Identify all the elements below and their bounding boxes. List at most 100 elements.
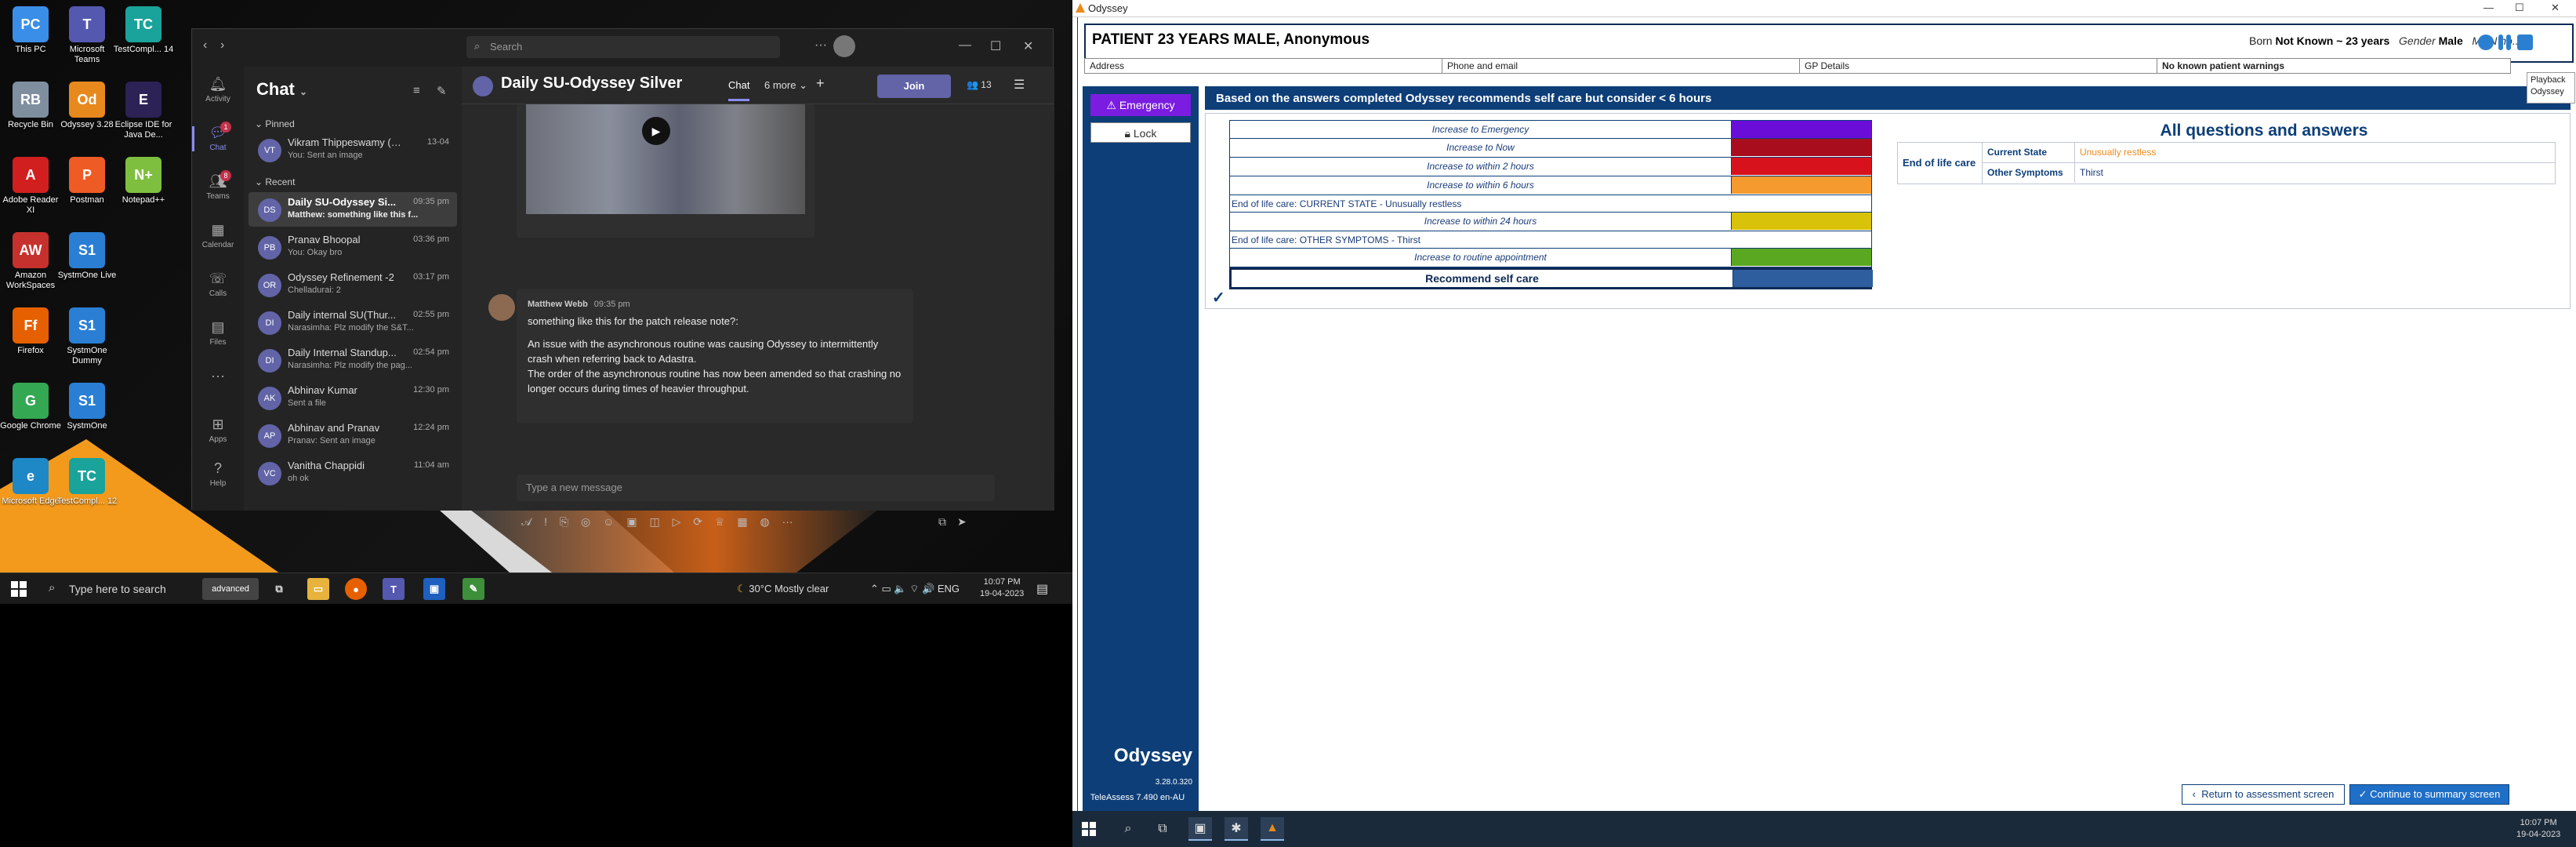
meet-icon[interactable]: ▷ xyxy=(673,515,681,528)
rail-item-calendar[interactable]: ▦ Calendar xyxy=(192,213,244,261)
patient-warnings-field[interactable]: No known patient warnings xyxy=(2157,59,2512,73)
emergency-button[interactable]: ⚠ Emergency xyxy=(1090,94,1191,116)
system-tray[interactable]: ⌃ ▭ 🔈 ⌔ 🔊 ENG xyxy=(870,583,960,595)
desktop-icon[interactable]: E Eclipse IDE for Java De... xyxy=(113,82,174,140)
recommendation-option-row[interactable]: Increase to within 24 hours xyxy=(1229,213,1872,231)
recommendation-option-row[interactable]: Increase to routine appointment xyxy=(1229,249,1872,267)
advanced-app-button[interactable]: advanced xyxy=(202,578,259,600)
new-chat-icon[interactable]: ✎ xyxy=(437,84,447,98)
return-to-assessment-button[interactable]: ‹ Return to assessment screen xyxy=(2182,784,2345,805)
compose-message-input[interactable]: Type a new message xyxy=(517,474,995,501)
rail-item-bell[interactable]: 🔔︎ Activity xyxy=(192,67,244,115)
emoji-icon[interactable]: ☺ xyxy=(603,515,614,528)
recommendation-option-row[interactable]: Increase to Now xyxy=(1229,139,1872,158)
close-icon[interactable]: ✕ xyxy=(1023,38,1033,54)
phone-email-field[interactable]: Phone and email xyxy=(1442,59,1800,73)
tab-more[interactable]: 6 more ⌄ xyxy=(764,79,807,92)
taskbar-clock[interactable]: 10:07 PM 19-04-2023 xyxy=(980,576,1024,600)
playback-record-icon[interactable] xyxy=(2478,35,2494,50)
format-icon[interactable]: 𝒜 xyxy=(521,515,532,528)
app-taskbar-icon[interactable]: ▣ xyxy=(1188,817,1212,841)
desktop-icon[interactable]: S1 SystmOne Live xyxy=(56,232,118,281)
notification-icon[interactable]: ▤ xyxy=(1036,581,1048,597)
stop-icon[interactable] xyxy=(2517,35,2533,50)
important-icon[interactable]: ! xyxy=(544,515,547,528)
odyssey-taskbar-icon[interactable]: ▲ xyxy=(1261,817,1284,841)
attach-icon[interactable]: ⎘ xyxy=(560,515,568,528)
praise-icon[interactable]: ♕ xyxy=(715,515,725,528)
teams-search-input[interactable]: ⌕ Search xyxy=(466,36,780,58)
participants-count[interactable]: 👥 13 xyxy=(967,79,992,90)
windows-start-icon[interactable] xyxy=(11,581,27,597)
task-view-icon[interactable]: ⧉ xyxy=(268,578,290,600)
desktop-icon[interactable]: P Postman xyxy=(56,157,118,205)
add-tab-icon[interactable]: + xyxy=(816,75,825,92)
continue-to-summary-button[interactable]: ✓ Continue to summary screen xyxy=(2349,784,2509,805)
lock-button[interactable]: 🔒︎ Lock xyxy=(1090,122,1191,143)
user-avatar[interactable] xyxy=(833,35,855,57)
desktop-icon[interactable]: S1 SystmOne xyxy=(56,383,118,431)
send-icon[interactable]: ➤ xyxy=(957,515,967,529)
testcomplete-taskbar-icon[interactable]: ✱ xyxy=(1225,817,1248,841)
updates-icon[interactable]: ◍ xyxy=(760,515,769,528)
pinned-section-label[interactable]: ⌄ Pinned xyxy=(255,118,295,129)
desktop-icon[interactable]: RB Recycle Bin xyxy=(0,82,61,130)
taskbar-clock[interactable]: 10:07 PM 19-04-2023 xyxy=(2516,817,2560,841)
desktop-icon[interactable]: TC TestCompl... 12 xyxy=(56,458,118,507)
recommendation-option-row[interactable]: Increase to Emergency xyxy=(1229,120,1872,139)
desktop-icon[interactable]: S1 SystmOne Dummy xyxy=(56,307,118,366)
tab-chat[interactable]: Chat xyxy=(728,79,750,101)
desktop-icon[interactable]: T Microsoft Teams xyxy=(56,6,118,65)
chat-list-item[interactable]: DS Daily SU-Odyssey Si... Matthew: somethi… xyxy=(249,192,457,227)
join-button[interactable]: Join xyxy=(877,75,951,98)
rail-item-phone[interactable]: ☏ Calls xyxy=(192,261,244,310)
firefox-icon[interactable]: ● xyxy=(345,578,367,600)
rail-item-more[interactable]: ··· xyxy=(192,358,244,407)
app-taskbar-icon[interactable]: ▣ xyxy=(423,578,445,600)
maximize-icon[interactable]: ☐ xyxy=(2515,2,2524,14)
desktop-icon[interactable]: Ff Firefox xyxy=(0,307,61,356)
recommendation-option-row[interactable]: Recommend self care xyxy=(1229,267,1873,289)
recent-section-label[interactable]: ⌄ Recent xyxy=(255,176,295,187)
close-icon[interactable]: ✕ xyxy=(2551,2,2560,14)
gif-icon[interactable]: ▣ xyxy=(626,515,637,528)
teams-taskbar-icon[interactable]: T xyxy=(383,578,405,600)
recommendation-option-row[interactable]: Increase to within 6 hours xyxy=(1229,176,1872,195)
desktop-icon[interactable]: N+ Notepad++ xyxy=(113,157,174,205)
chat-options-icon[interactable]: ☰ xyxy=(1014,77,1025,93)
chat-list-item[interactable]: VC Vanitha Chappidi oh ok 11:04 am xyxy=(249,456,457,490)
maximize-icon[interactable]: ☐ xyxy=(990,38,1001,54)
desktop-icon[interactable]: TC TestCompl... 14 xyxy=(113,6,174,55)
chat-list-item[interactable]: OR Odyssey Refinement -2 Chelladurai: 2 03:… xyxy=(249,267,457,302)
notepad-taskbar-icon[interactable]: ✎ xyxy=(463,578,484,600)
chevron-down-icon[interactable]: ⌄ xyxy=(299,86,307,97)
minimize-icon[interactable]: — xyxy=(2483,2,2494,13)
back-icon[interactable]: ‹ xyxy=(203,38,207,53)
task-view-icon[interactable]: ⧉ xyxy=(1151,817,1174,841)
desktop-icon[interactable]: Od Odyssey 3.28 xyxy=(56,82,118,130)
forward-icon[interactable]: › xyxy=(220,38,224,53)
gp-details-field[interactable]: GP Details xyxy=(1800,59,2157,73)
schedule-send-icon[interactable]: ⧉ xyxy=(938,515,946,529)
chat-list-item[interactable]: DI Daily Internal Standup... Narasimha: Pl… xyxy=(249,343,457,377)
chat-list-item[interactable]: DI Daily internal SU(Thur... Narasimha: Pl… xyxy=(249,305,457,340)
rail-item-file[interactable]: ▤ Files xyxy=(192,310,244,358)
minimize-icon[interactable]: — xyxy=(959,38,971,53)
pause-icon-bar[interactable] xyxy=(2498,35,2503,50)
desktop-icon[interactable]: A Adobe Reader XI xyxy=(0,157,61,216)
pause-icon-bar[interactable] xyxy=(2506,35,2511,50)
more-options-icon[interactable]: ··· xyxy=(815,38,827,53)
search-icon[interactable]: ⌕ xyxy=(1116,817,1140,841)
recommendation-option-row[interactable]: Increase to within 2 hours xyxy=(1229,158,1872,176)
desktop-icon[interactable]: PC This PC xyxy=(0,6,61,55)
desktop-icon[interactable]: G Google Chrome xyxy=(0,383,61,431)
desktop-icon[interactable]: AW Amazon WorkSpaces xyxy=(0,232,61,291)
video-attachment[interactable]: ▶ xyxy=(517,104,815,238)
desktop-icon[interactable]: e Microsoft Edge xyxy=(0,458,61,507)
rail-item-help[interactable]: ? Help xyxy=(192,451,244,500)
rail-item-chat[interactable]: 💬︎ Chat 1 xyxy=(192,115,244,164)
taskbar-search-box[interactable]: ⌕ Type here to search xyxy=(42,573,199,605)
file-explorer-icon[interactable]: ▭ xyxy=(307,578,329,600)
windows-start-icon[interactable] xyxy=(1082,822,1096,836)
more-icon[interactable]: ··· xyxy=(782,515,793,528)
